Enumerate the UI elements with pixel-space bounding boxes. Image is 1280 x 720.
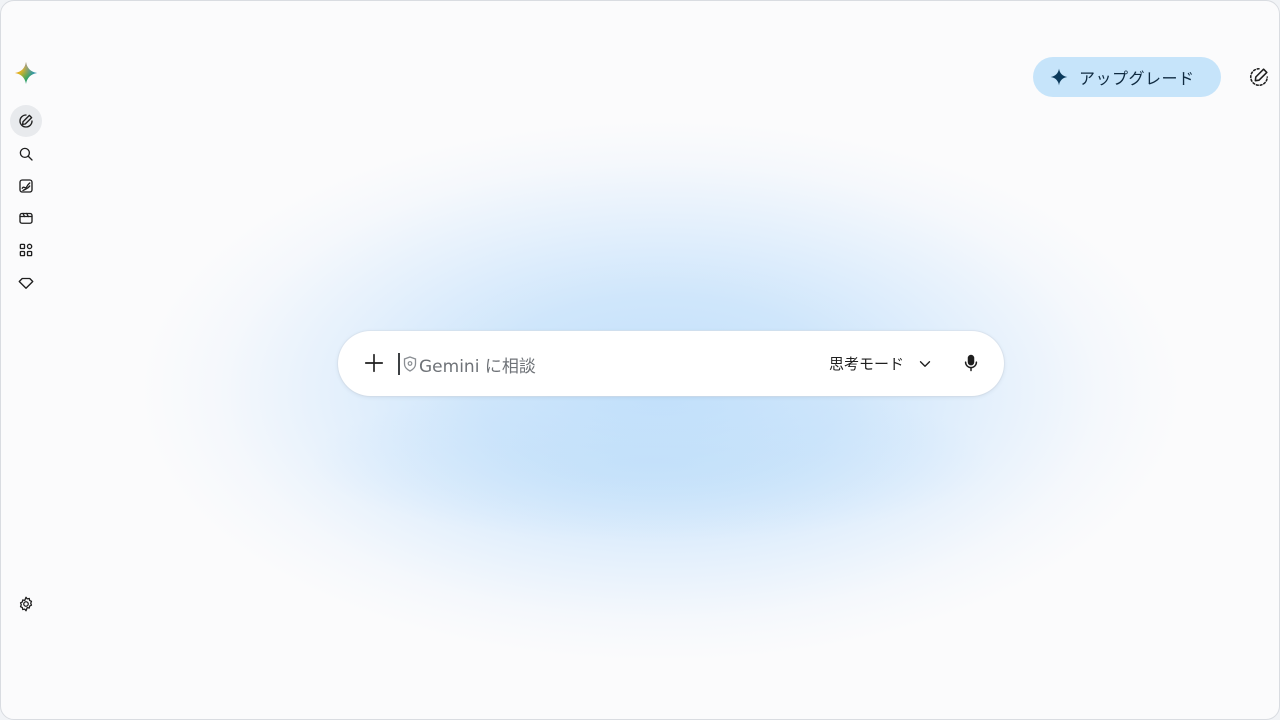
gem-icon[interactable]	[10, 267, 42, 299]
chevron-down-icon	[919, 360, 931, 367]
app-window: アップグレード Gemini に相談 思考モード	[0, 0, 1280, 720]
gemini-sparkle-icon[interactable]	[14, 61, 38, 85]
mode-label: 思考モード	[829, 355, 905, 373]
video-icon[interactable]	[10, 202, 42, 234]
mode-selector[interactable]: 思考モード	[829, 353, 934, 374]
text-caret	[398, 353, 400, 375]
microphone-icon[interactable]	[955, 347, 987, 379]
gear-icon[interactable]	[10, 588, 42, 620]
sidebar	[1, 1, 53, 719]
apps-icon[interactable]	[10, 234, 42, 266]
background-glow-lower	[301, 381, 1001, 541]
new-chat-icon[interactable]	[1245, 63, 1273, 91]
prompt-input[interactable]: Gemini に相談	[419, 352, 536, 377]
upgrade-button[interactable]: アップグレード	[1033, 57, 1221, 97]
search-icon[interactable]	[10, 138, 42, 170]
gallery-icon[interactable]	[10, 170, 42, 202]
shield-icon	[403, 356, 417, 372]
sparkle-icon	[1050, 68, 1068, 86]
upgrade-label: アップグレード	[1079, 69, 1195, 88]
plus-icon[interactable]	[358, 347, 390, 379]
new-chat-icon[interactable]	[10, 105, 42, 137]
